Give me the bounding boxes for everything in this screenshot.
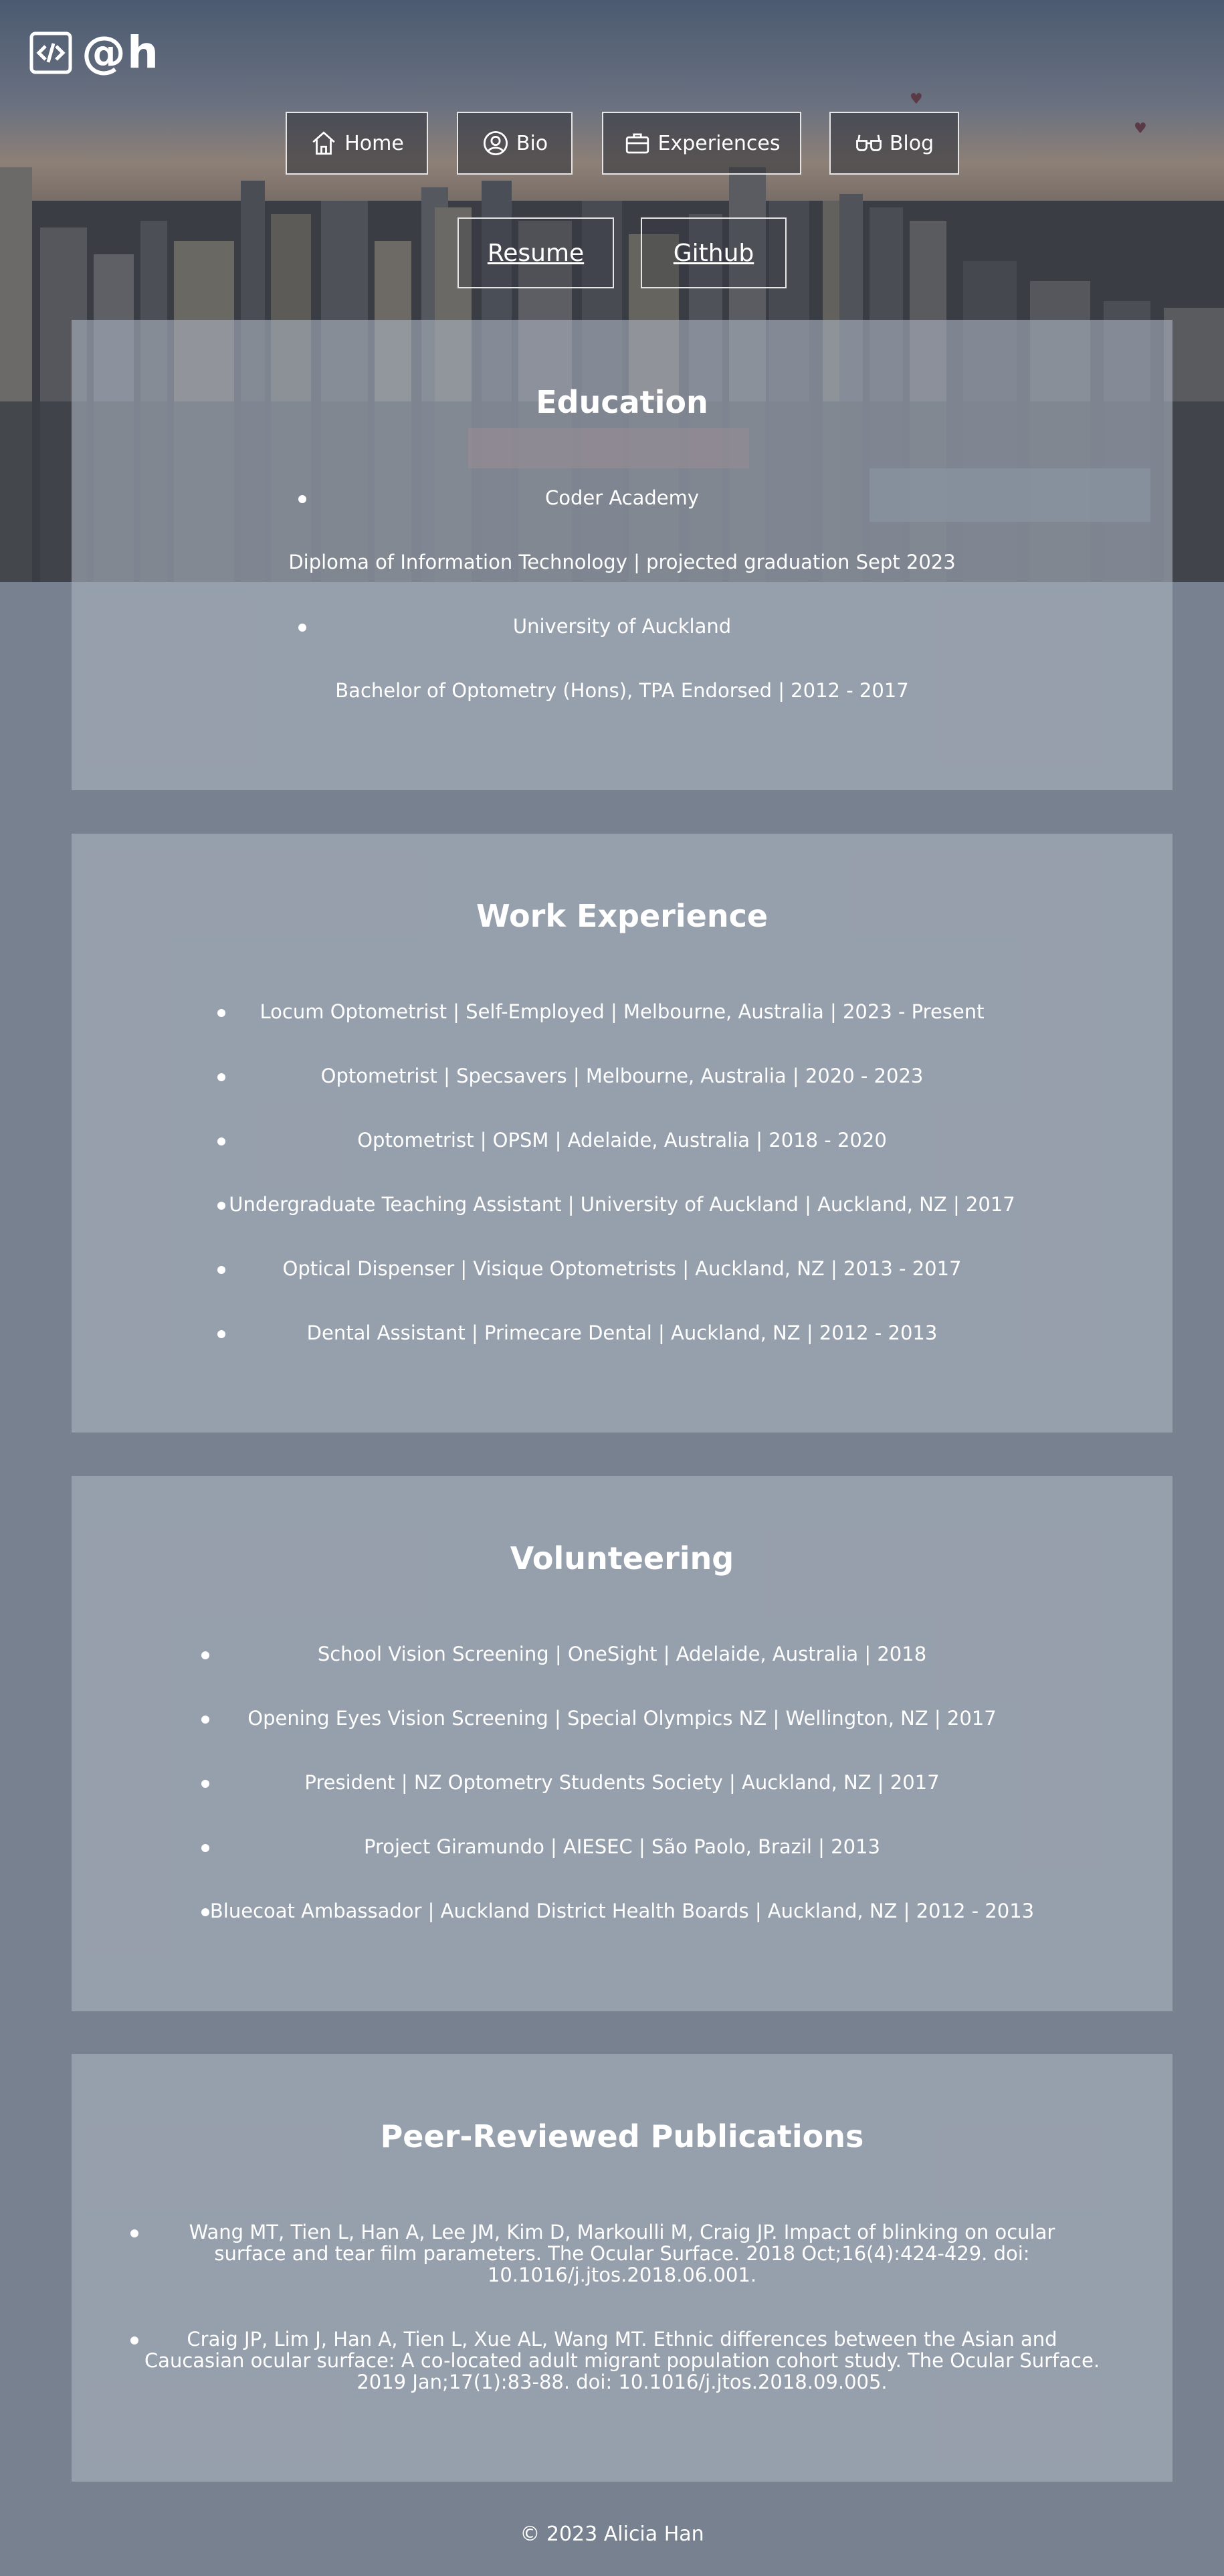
work-item: Optometrist | OPSM | Adelaide, Australia… — [357, 1129, 887, 1152]
code-icon — [29, 31, 72, 74]
volunteering-item: School Vision Screening | OneSight | Ade… — [317, 1643, 927, 1665]
nav-blog-label: Blog — [889, 131, 934, 155]
publication-item: Wang MT, Tien L, Han A, Lee JM, Kim D, M… — [72, 2221, 1172, 2286]
user-circle-icon — [483, 130, 508, 156]
volunteering-item: Project Giramundo | AIESEC | São Paolo, … — [364, 1835, 880, 1858]
resume-link[interactable]: Resume — [457, 217, 614, 288]
work-experience-heading: Work Experience — [476, 898, 769, 934]
nav-experiences-label: Experiences — [657, 131, 781, 155]
education-detail-2: Bachelor of Optometry (Hons), TPA Endors… — [335, 679, 909, 702]
publication-line: Wang MT, Tien L, Han A, Lee JM, Kim D, M… — [189, 2221, 1055, 2243]
nav-blog-button[interactable]: Blog — [829, 112, 959, 175]
volunteering-section: Volunteering School Vision Screening | O… — [72, 1476, 1172, 2011]
education-detail-1: Diploma of Information Technology | proj… — [288, 551, 956, 573]
volunteering-item: President | NZ Optometry Students Societ… — [304, 1771, 940, 1794]
nav-home-button[interactable]: Home — [286, 112, 428, 175]
work-experience-section: Work Experience Locum Optometrist | Self… — [72, 834, 1172, 1433]
nav-experiences-button[interactable]: Experiences — [602, 112, 801, 175]
work-item: Undergraduate Teaching Assistant | Unive… — [229, 1193, 1015, 1216]
publication-line: surface and tear film parameters. The Oc… — [214, 2242, 1030, 2265]
work-item: Optometrist | Specsavers | Melbourne, Au… — [320, 1065, 924, 1087]
work-item: Locum Optometrist | Self-Employed | Melb… — [260, 1000, 985, 1023]
volunteering-item: Opening Eyes Vision Screening | Special … — [247, 1707, 997, 1730]
footer-copyright: © 2023 Alicia Han — [520, 2522, 704, 2546]
education-school-1: Coder Academy — [544, 486, 700, 509]
publications-section: Peer-Reviewed Publications Wang MT, Tien… — [72, 2054, 1172, 2482]
publication-line: Craig JP, Lim J, Han A, Tien L, Xue AL, … — [187, 2328, 1057, 2351]
nav-bio-label: Bio — [516, 131, 548, 155]
education-section: Education Coder Academy Diploma of Infor… — [72, 320, 1172, 790]
heart-icon: ♥ — [910, 91, 923, 108]
education-heading: Education — [536, 384, 708, 420]
work-item: Optical Dispenser | Visique Optometrists… — [282, 1257, 962, 1280]
work-item: Dental Assistant | Primecare Dental | Au… — [306, 1321, 938, 1344]
github-link[interactable]: Github — [641, 217, 787, 288]
site-logo[interactable]: @h — [29, 27, 160, 78]
logo-text: @h — [82, 27, 160, 78]
briefcase-icon — [625, 133, 649, 154]
publication-item: Craig JP, Lim J, Han A, Tien L, Xue AL, … — [72, 2328, 1172, 2393]
publications-heading: Peer-Reviewed Publications — [380, 2118, 864, 2154]
eyeglasses-icon — [855, 134, 882, 151]
nav-bio-button[interactable]: Bio — [457, 112, 573, 175]
nav-home-label: Home — [344, 131, 404, 155]
education-school-2: University of Auckland — [512, 615, 732, 638]
publication-line: Caucasian ocular surface: A co-located a… — [144, 2349, 1100, 2372]
volunteering-item: Bluecoat Ambassador | Auckland District … — [209, 1900, 1035, 1922]
publication-line: 2019 Jan;17(1):83-88. doi: 10.1016/j.jto… — [356, 2371, 888, 2393]
heart-icon: ♥ — [1134, 120, 1147, 137]
volunteering-heading: Volunteering — [510, 1540, 734, 1576]
home-icon — [312, 131, 335, 155]
publication-line: 10.1016/j.jtos.2018.06.001. — [487, 2264, 757, 2286]
